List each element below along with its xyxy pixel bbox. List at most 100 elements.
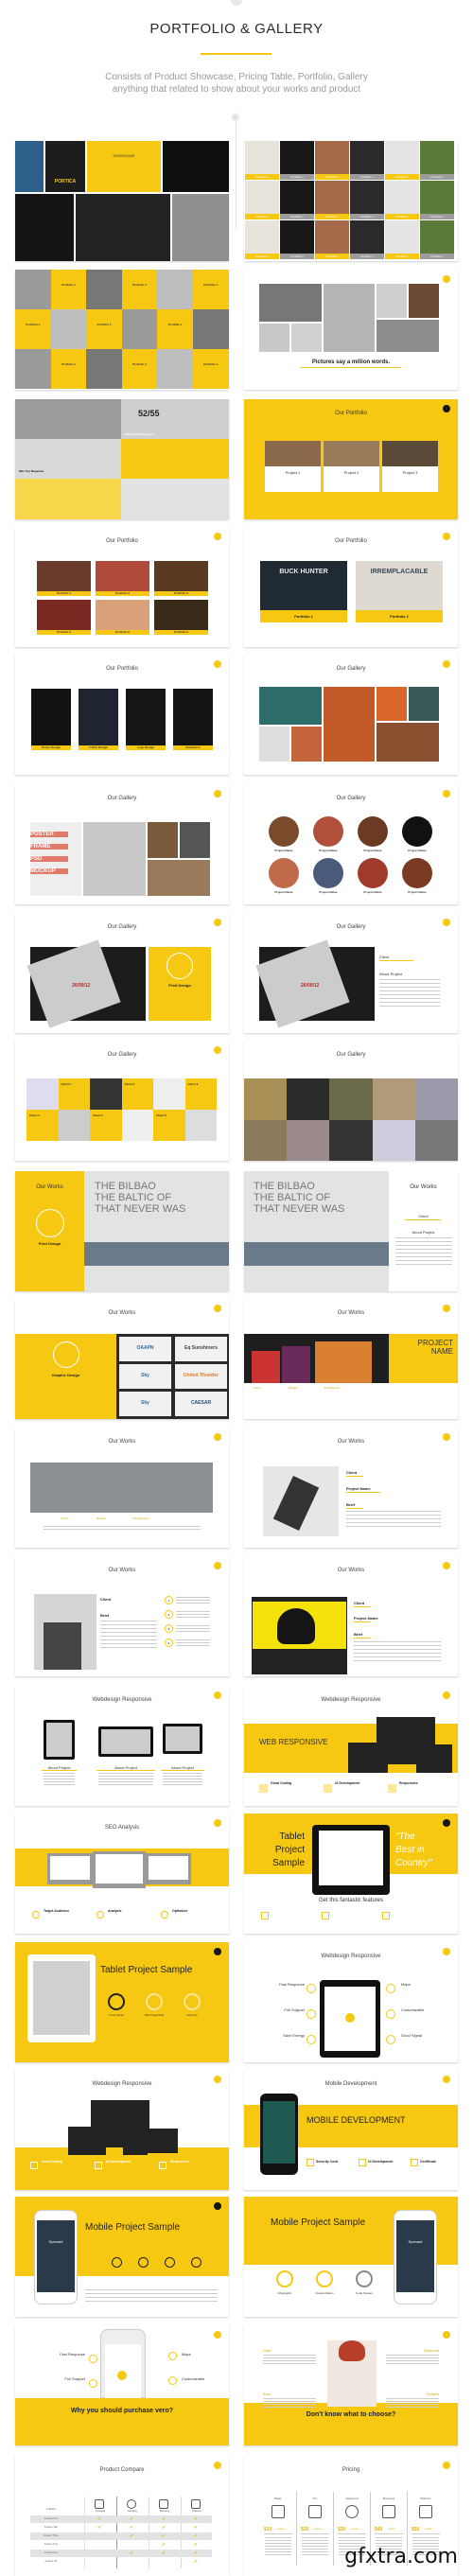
meta-label: Client [61,1516,68,1520]
grid-cell [58,1110,90,1141]
slide-number-badge [443,2331,450,2339]
plan-period: /month [314,2528,322,2531]
project-name: Project Name [408,890,427,894]
slide-s13: Our Gallery 26/09/12 Print Design [15,913,229,1033]
portfolio-label: Portfolio 1 [325,175,339,179]
step-number: 2 [167,1613,170,1617]
feature-title: Analysis [108,1909,122,1913]
feature-label: Well Organized [144,2013,165,2017]
app-name: Spenant [48,2239,63,2244]
feature-icon [96,1911,104,1919]
left-feature: Full Support [284,2007,305,2012]
right-feature: Maps [401,1982,411,1987]
grid-cell [86,349,122,389]
feature-icon [30,2162,38,2169]
portfolio-thumb [350,141,384,174]
purple-book [282,1346,310,1383]
row-label: Feature Two [44,2526,58,2529]
portfolio-thumb [350,220,384,254]
step-number: 1 [167,1599,170,1603]
slide-s17: Our Works Print Design THE BILBAO THE BALTI… [15,1171,229,1291]
slide-s19: Our Works Graphic Design OAAPN Eq Sunshiner… [15,1299,229,1419]
magazine-headline: THAT NEVER WAS [254,1203,345,1215]
poster-word: POSTER [30,832,68,837]
portfolio-illustration [96,561,149,591]
portfolio-thumb [350,181,384,214]
quote-line: "The [395,1831,415,1842]
field-underline [354,1621,371,1622]
print-design-title: Print Design [168,983,191,988]
tagline-heading: Pictures say a million words. [311,359,391,365]
gallery-photo [291,727,322,762]
slide-title: Our Gallery [336,924,366,930]
slide-s26: Webdesign Responsive WEB RESPONSIVE Great … [244,1686,458,1806]
column-divider [296,2492,297,2566]
grid-cell [121,309,158,349]
portfolio-thumb [280,141,314,174]
portfolio-label: Portfolio 2 [115,591,130,595]
feature-icon [359,2159,366,2166]
gallery-photo [324,687,375,762]
portfolio-thumb [245,220,279,254]
plan-name: Business [382,2497,395,2500]
step-text [176,1611,210,1618]
slide-s35: Fast Response Maps Full Support Customizabl… [15,2325,229,2445]
plan-underline [412,2533,440,2534]
project-card-title: Project 2 [343,470,359,475]
client-label: Client [379,955,390,959]
choose-heading: Don't know what to choose? [306,2411,396,2418]
grid-cell [121,349,158,389]
row-label: Feature Five [44,2551,59,2554]
portfolio-thumb [420,181,454,214]
feature-icon [322,1912,329,1919]
print-design-title: Print Design [38,1241,61,1246]
feature-icon [32,1911,40,1919]
slide-s16: Our Gallery [244,1041,458,1161]
portfolio-label: Portfolio 1 [360,175,374,179]
ipad-screen [33,1961,90,2035]
right-feature: Maps [182,2352,191,2357]
field-underline [346,1508,363,1509]
slide-title: Our Portfolio [335,538,367,544]
feature-label: Code System [355,2291,373,2295]
field-underline [346,1476,363,1477]
slide-s32: Mobile Development MOBILE DEVELOPMENT Secu… [244,2070,458,2190]
client-label: Client 5 [93,1113,103,1117]
feature-icon [307,2035,316,2044]
choice-text [386,2398,439,2408]
bottom-band [15,2147,229,2190]
about-underline [161,1770,204,1771]
portfolio-label: Portfolio 1 [290,175,304,179]
portfolio-thumb [280,181,314,214]
app-name: Spenant [408,2239,423,2244]
about-label: About Project [379,972,403,976]
tablet-mockup [146,2129,178,2153]
field-label: Project Name [354,1616,378,1621]
watermark: gfxtra.com [344,2545,458,2568]
column-icon [159,2499,168,2509]
about-text [163,1773,202,1786]
magazine-headline: THE BILBAO [254,1181,315,1192]
magazine-headline: THAT NEVER WAS [95,1203,186,1215]
phone-mockup [123,2144,148,2155]
magazine-headline: THE BILBAO [95,1181,156,1192]
portfolio-label: Portfolio 1 [167,323,183,326]
about-text [98,1773,153,1786]
brief-text [346,1511,441,1530]
row-label: Feature Six [44,2560,58,2563]
slide-title: Our Works [108,1439,136,1445]
plan-underline [301,2533,329,2534]
project-photo [324,441,379,466]
column-icon [191,2499,201,2509]
slide-title: Pricing [342,2467,360,2473]
grid-cell [121,1110,153,1141]
slide-title: Our Works [337,1568,365,1573]
print-icon [36,1209,64,1237]
grid-cell [50,270,87,309]
design-label: Illustration [185,745,201,749]
check-icon: ✔ [162,2516,166,2522]
check-icon: ✔ [97,2525,102,2531]
portfolio-thumb [315,220,349,254]
slide-title: Our Portfolio [335,411,367,416]
choice-text [263,2355,316,2364]
